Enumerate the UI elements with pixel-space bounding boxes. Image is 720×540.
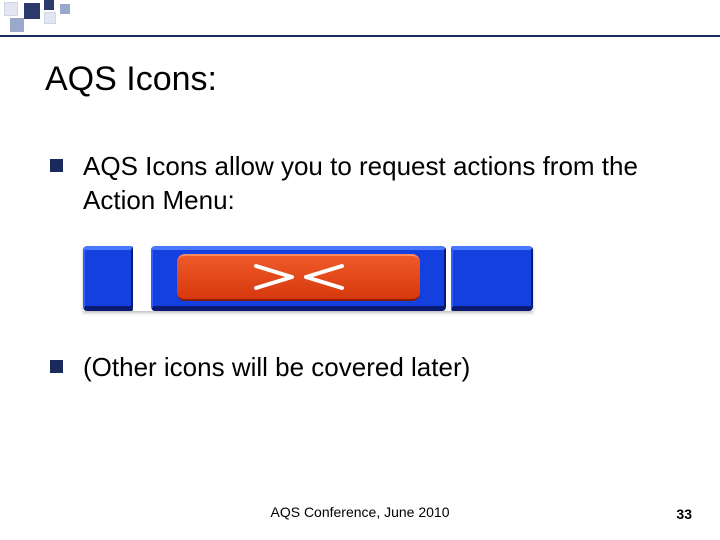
slide-footer: AQS Conference, June 2010 <box>0 504 720 520</box>
toolbar-segment-right <box>451 246 533 311</box>
close-x-icon <box>252 262 346 292</box>
bullet-text: AQS Icons allow you to request actions f… <box>83 150 670 218</box>
action-menu-screenshot <box>83 246 533 311</box>
toolbar-segment-center <box>151 246 446 311</box>
bullet-list: AQS Icons allow you to request actions f… <box>50 150 670 412</box>
slide-divider <box>0 35 720 37</box>
square-bullet-icon <box>50 159 63 172</box>
slide-header-decoration <box>0 0 720 35</box>
action-button <box>177 254 420 301</box>
page-number: 33 <box>676 506 692 522</box>
list-item: (Other icons will be covered later) <box>50 351 670 385</box>
list-item: AQS Icons allow you to request actions f… <box>50 150 670 218</box>
slide-title: AQS Icons: <box>45 60 217 99</box>
square-bullet-icon <box>50 360 63 373</box>
toolbar-segment-left <box>83 246 133 311</box>
bullet-text: (Other icons will be covered later) <box>83 351 470 385</box>
